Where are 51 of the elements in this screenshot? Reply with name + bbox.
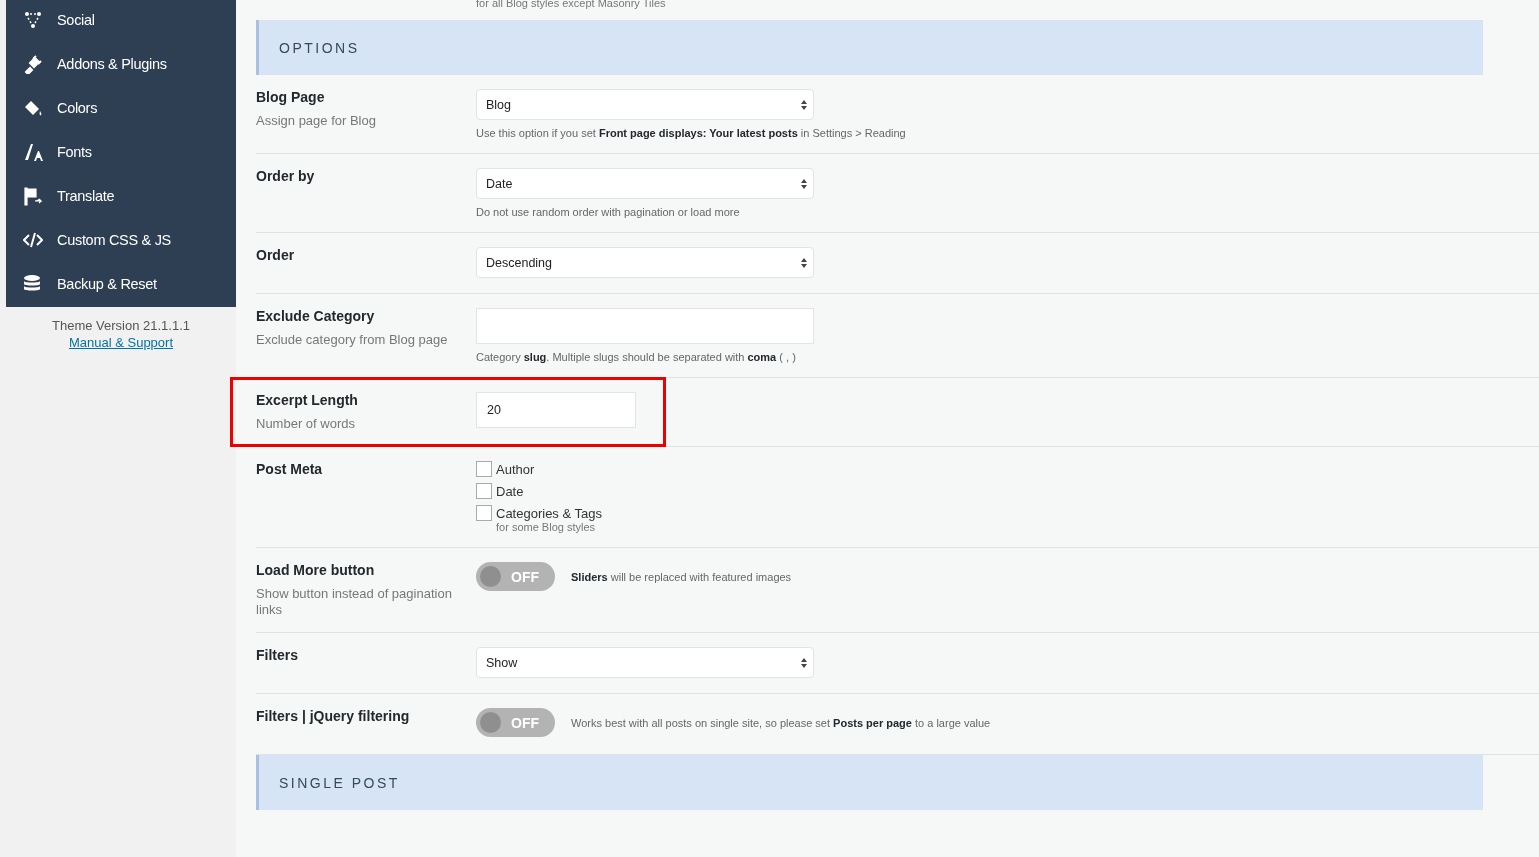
option-label: Order by [256, 168, 316, 184]
section-title: OPTIONS [279, 39, 360, 56]
option-label: Exclude Category [256, 308, 376, 324]
hint-text: Sliders will be replaced with featured images [571, 570, 792, 583]
sidebar-item[interactable]: Social [6, 0, 236, 42]
code-icon [23, 230, 43, 250]
network-icon [23, 10, 43, 30]
checkbox[interactable] [476, 483, 492, 499]
hint-text: Use this option if you set Front page displays: Your latest posts in Settings > Reading [476, 127, 906, 139]
option-description: Show button instead of pagination links [256, 586, 453, 618]
option-label: Filters | jQuery filtering [256, 708, 411, 724]
option-label: Load More button [256, 562, 376, 578]
select-arrows-icon [801, 257, 807, 268]
option-label: Blog Page [256, 89, 326, 105]
checkbox[interactable] [476, 505, 492, 521]
sidebar-item[interactable]: Custom CSS & JS [6, 218, 236, 262]
option-label: Excerpt Length [256, 392, 359, 408]
theme-version: Theme Version 21.1.1.1 [52, 318, 190, 333]
hint-text: Category slug. Multiple slugs should be separated with coma ( , ) [476, 351, 797, 363]
option-note: for all Blog styles except Masonry Tiles [475, 0, 667, 11]
sidebar-item[interactable]: Translate [6, 174, 236, 218]
option-description: Assign page for Blog [256, 113, 377, 129]
flag-icon [23, 186, 43, 206]
font-icon [23, 142, 43, 162]
option-label: Filters [256, 647, 299, 663]
checkbox-label: Author [496, 461, 535, 477]
dropdown[interactable]: Show [476, 647, 814, 678]
section-title: SINGLE POST [279, 774, 400, 791]
dropdown[interactable]: Blog [476, 89, 814, 120]
hint-text: Works best with all posts on single site, so please set Posts per page to a large value [571, 716, 991, 729]
sidebar-item[interactable]: Colors [6, 86, 236, 130]
option-label: Order [256, 247, 296, 263]
checkbox-label: Date [496, 483, 524, 499]
option-label: Post Meta [256, 461, 324, 477]
select-arrows-icon [801, 178, 807, 189]
checkbox[interactable] [476, 461, 492, 477]
dropdown[interactable]: Descending [476, 247, 814, 278]
option-note: for some Blog styles [495, 521, 597, 533]
sidebar-item[interactable]: Addons & Plugins [6, 42, 236, 86]
sidebar-item[interactable]: Backup & Reset [6, 262, 236, 306]
select-arrows-icon [801, 99, 807, 110]
option-description: Number of words [256, 416, 356, 432]
option-description: Exclude category from Blog page [256, 332, 449, 348]
select-arrows-icon [801, 657, 807, 668]
checkbox-label: Categories & Tags [496, 505, 602, 521]
number-field[interactable]: 20 [476, 392, 636, 428]
support-link[interactable]: Manual & Support [68, 335, 174, 350]
dropdown[interactable]: Date [476, 168, 814, 199]
sidebar-item[interactable]: Fonts [6, 130, 236, 174]
hint-text: Do not use random order with pagination or load more [476, 206, 741, 218]
text-field[interactable] [476, 308, 814, 344]
